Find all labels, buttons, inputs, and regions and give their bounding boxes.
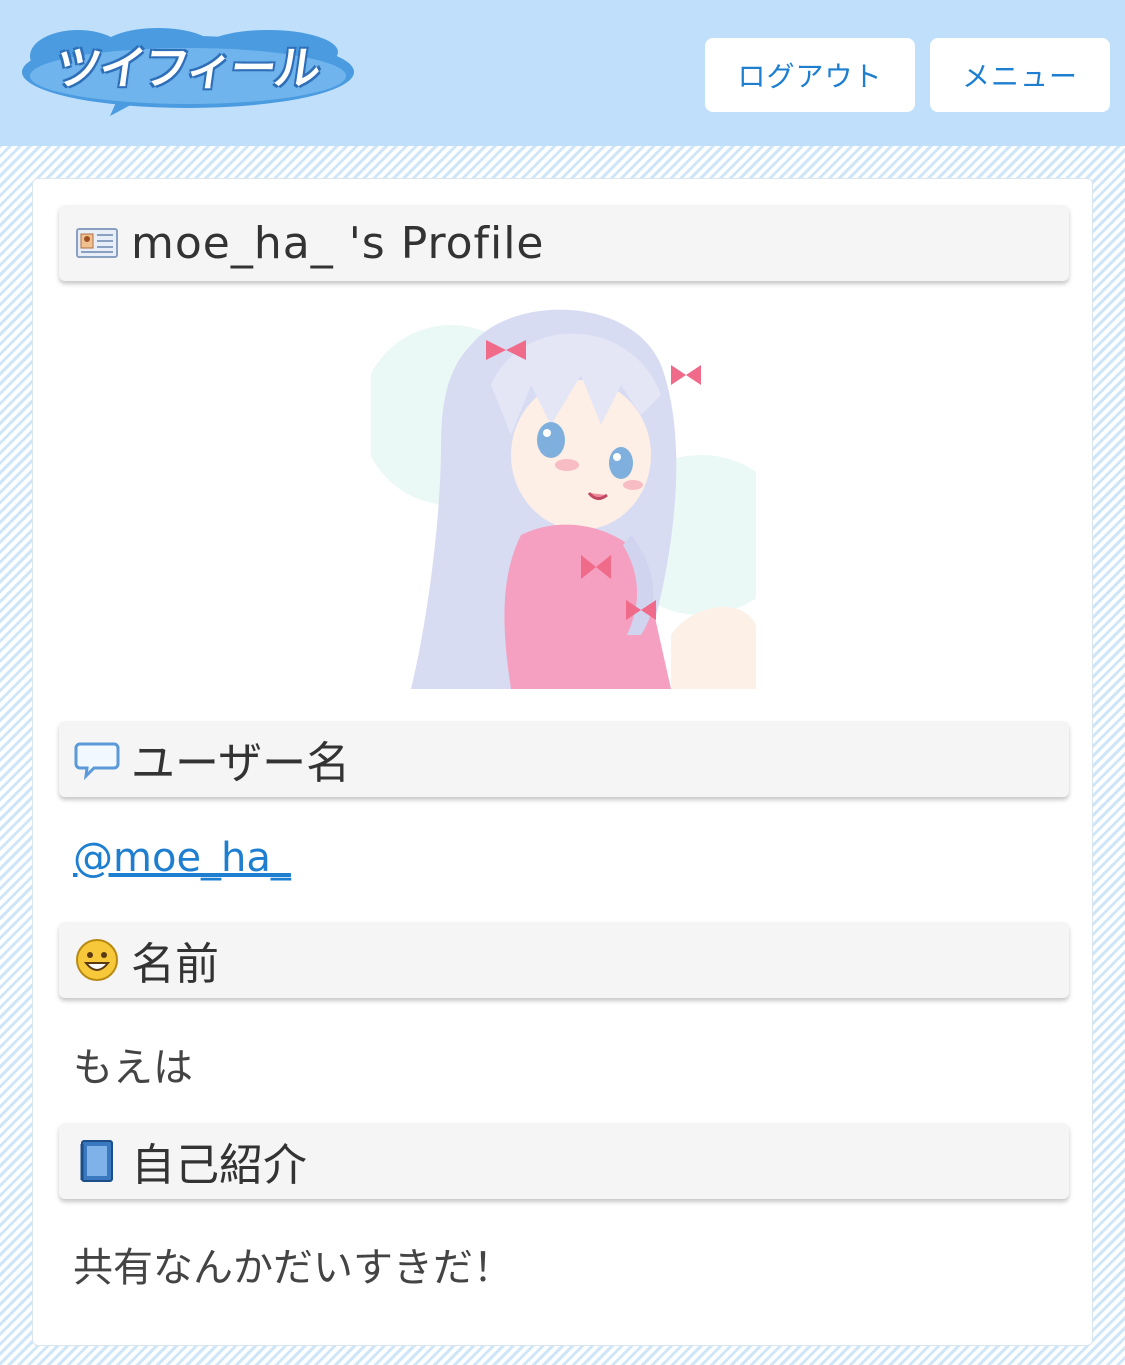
id-card-icon <box>73 219 121 267</box>
book-icon <box>73 1137 121 1185</box>
name-heading-label: 名前 <box>131 939 219 990</box>
avatar <box>371 305 756 689</box>
username-link[interactable]: @moe_ha_ <box>73 835 291 881</box>
name-value: もえは <box>73 1045 193 1091</box>
site-logo[interactable]: ツイフィール <box>18 28 358 118</box>
bio-value: 共有なんかだいすきだ！ <box>73 1245 513 1291</box>
profile-card: moe_ha_ 's Profile ユーザー名 @moe_ha_ 名前 もえは… <box>32 178 1093 1346</box>
username-heading-label: ユーザー名 <box>131 738 351 789</box>
speech-bubble-icon <box>73 735 121 783</box>
profile-heading: moe_ha_ 's Profile <box>59 205 1069 281</box>
bio-heading: 自己紹介 <box>59 1123 1069 1199</box>
smiley-icon <box>73 936 121 984</box>
bio-heading-label: 自己紹介 <box>131 1140 307 1191</box>
page-title: moe_ha_ 's Profile <box>131 217 545 269</box>
username-heading: ユーザー名 <box>59 721 1069 797</box>
menu-button[interactable]: メニュー <box>930 38 1110 112</box>
header-bar: ツイフィール ログアウト メニュー <box>0 0 1125 146</box>
username-link-wrap: @moe_ha_ <box>73 835 291 881</box>
name-heading: 名前 <box>59 922 1069 998</box>
logout-button[interactable]: ログアウト <box>705 38 915 112</box>
logo-text: ツイフィール <box>51 41 323 95</box>
